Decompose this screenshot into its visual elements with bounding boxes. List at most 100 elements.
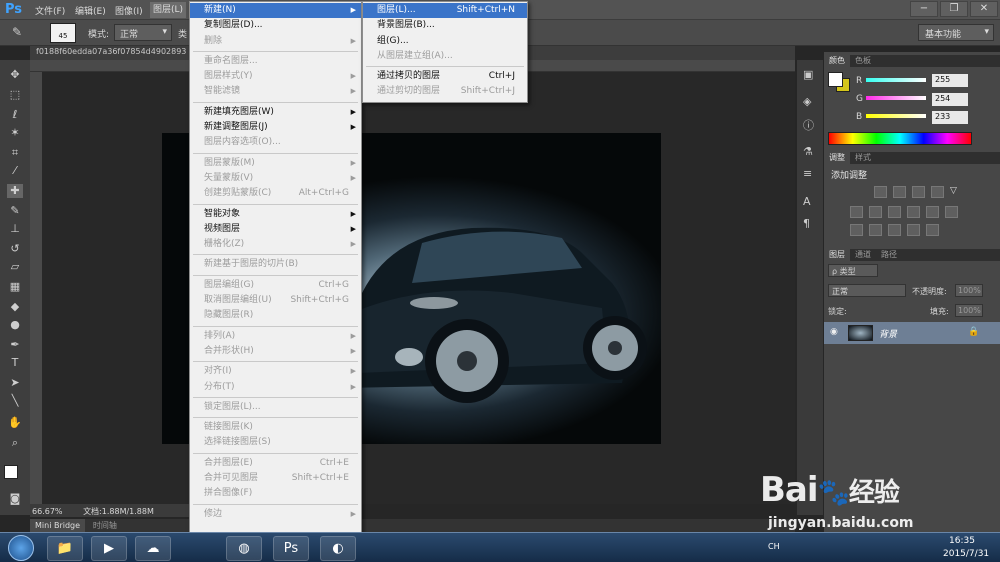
exposure-icon[interactable] [931,186,944,198]
history-icon[interactable]: ▣ [803,68,813,81]
layer-menu-item[interactable]: 新建填充图层(W) ▶ [190,105,361,120]
menu-layer[interactable]: 图层(L) [150,2,187,18]
tab-styles[interactable]: 样式 [850,152,876,164]
clone-source-icon[interactable]: ≡ [803,167,812,180]
move-tool-icon[interactable]: ✥ [7,68,23,82]
tab-paths[interactable]: 路径 [876,249,902,261]
photoshop-taskbar-icon[interactable]: Ps [273,536,309,561]
layer-row[interactable]: ◉ 背景 🔒 [824,322,1000,344]
type-tool-icon[interactable]: T [7,356,23,370]
layer-filter-dropdown[interactable]: ρ 类型 [828,264,878,277]
menu-edit[interactable]: 编辑(E) [75,4,106,17]
lasso-tool-icon[interactable]: ℓ [7,108,23,122]
tab-channels[interactable]: 通道 [850,249,876,261]
b-value[interactable]: 233 [932,111,968,124]
layer-menu-item[interactable]: 新建(N) ▶ [190,3,361,19]
photo-filter-icon[interactable] [907,206,920,218]
explorer-taskbar-icon[interactable]: 📁 [47,536,83,561]
b-slider[interactable] [866,114,926,118]
menu-file[interactable]: 文件(F) [35,4,65,17]
tab-adjustments[interactable]: 调整 [824,152,850,164]
character-icon[interactable]: A [803,195,811,208]
paragraph-icon[interactable]: ¶ [803,217,810,230]
tab-layers[interactable]: 图层 [824,249,850,261]
media-player-taskbar-icon[interactable]: ▶ [91,536,127,561]
hue-icon[interactable] [850,206,863,218]
zoom-tool-icon[interactable]: ⌕ [7,436,23,450]
foreground-color-swatch[interactable] [4,465,18,479]
path-select-tool-icon[interactable]: ➤ [7,376,23,390]
brush-presets-icon[interactable]: ⚗ [803,145,813,158]
history-brush-tool-icon[interactable]: ↺ [7,242,23,256]
layer-menu-item[interactable]: 视频图层 ▶ [190,222,361,237]
brightness-icon[interactable] [874,186,887,198]
eyedropper-tool-icon[interactable]: ⁄ [7,164,23,178]
marquee-tool-icon[interactable]: ⬚ [7,88,23,102]
tab-swatches[interactable]: 色板 [850,55,876,67]
browser-taskbar-icon[interactable]: ◐ [320,536,356,561]
start-button[interactable] [8,535,34,561]
fill-field[interactable]: 100% [955,304,983,317]
mode-dropdown[interactable]: 正常 ▾ [114,24,172,41]
opacity-field[interactable]: 100% [955,284,983,297]
levels-icon[interactable] [893,186,906,198]
layer-menu-item[interactable]: 智能对象 ▶ [190,207,361,222]
magic-wand-tool-icon[interactable]: ✶ [7,126,23,140]
posterize-icon[interactable] [869,224,882,236]
menu-image[interactable]: 图像(I) [115,4,143,17]
brush-size-picker[interactable]: 45 [50,23,76,43]
actions-icon[interactable]: ◈ [803,95,811,108]
clock-time[interactable]: 16:35 [949,536,975,546]
layer-name[interactable]: 背景 [879,327,897,340]
pen-tool-icon[interactable]: ✒ [7,338,23,352]
curves-icon[interactable] [912,186,925,198]
close-button[interactable]: ✕ [970,1,998,17]
stamp-tool-icon[interactable]: ⊥ [7,222,23,236]
vibrance-icon[interactable]: ▽ [950,186,957,200]
color-spectrum[interactable] [828,132,972,145]
tab-color[interactable]: 颜色 [824,55,850,67]
maximize-button[interactable]: ❐ [940,1,968,17]
quick-mask-icon[interactable]: ◙ [7,492,23,506]
fg-color-swatch[interactable] [828,72,843,87]
tab-mini-bridge[interactable]: Mini Bridge [30,519,86,532]
gradient-tool-icon[interactable]: ▦ [7,280,23,294]
color-lookup-icon[interactable] [945,206,958,218]
new-submenu-item[interactable]: 组(G)... [363,34,527,49]
channel-mixer-icon[interactable] [926,206,939,218]
g-value[interactable]: 254 [932,93,968,106]
invert-icon[interactable] [850,224,863,236]
workspace-dropdown[interactable]: 基本功能 ▾ [918,24,994,41]
r-value[interactable]: 255 [932,74,968,87]
info-icon[interactable]: ⓘ [803,117,814,133]
language-indicator[interactable]: CH [768,542,780,551]
eraser-tool-icon[interactable]: ▱ [7,260,23,274]
new-submenu-item[interactable]: 通过拷贝的图层 Ctrl+J [363,69,527,84]
selective-color-icon[interactable] [907,224,920,236]
color-balance-icon[interactable] [869,206,882,218]
zoom-level[interactable]: 66.67% [32,507,63,516]
new-submenu-item[interactable]: 背景图层(B)... [363,18,527,33]
blur-tool-icon[interactable]: ◆ [7,300,23,314]
layer-menu-item[interactable]: 复制图层(D)... [190,18,361,33]
eye-icon[interactable]: ◉ [830,327,838,337]
minimize-button[interactable]: − [910,1,938,17]
dodge-tool-icon[interactable]: ● [7,318,23,332]
bw-icon[interactable] [888,206,901,218]
line-tool-icon[interactable]: ╲ [7,394,23,408]
blend-mode-dropdown[interactable]: 正常 [828,284,906,297]
hand-tool-icon[interactable]: ✋ [7,416,23,430]
healing-brush-tool-icon[interactable]: ✚ [7,184,23,198]
threshold-icon[interactable] [888,224,901,236]
g-slider[interactable] [866,96,926,100]
cloud-taskbar-icon[interactable]: ☁ [135,536,171,561]
tab-timeline[interactable]: 时间轴 [88,519,122,532]
clock-date[interactable]: 2015/7/31 [943,549,989,559]
crop-tool-icon[interactable]: ⌗ [7,146,23,160]
brush-tool-icon[interactable]: ✎ [7,204,23,218]
layer-menu-item[interactable]: 新建调整图层(J) ▶ [190,120,361,135]
r-slider[interactable] [866,78,926,82]
new-submenu-item[interactable]: 图层(L)... Shift+Ctrl+N [363,3,527,19]
app-green-taskbar-icon[interactable]: ◍ [226,536,262,561]
gradient-map-icon[interactable] [926,224,939,236]
